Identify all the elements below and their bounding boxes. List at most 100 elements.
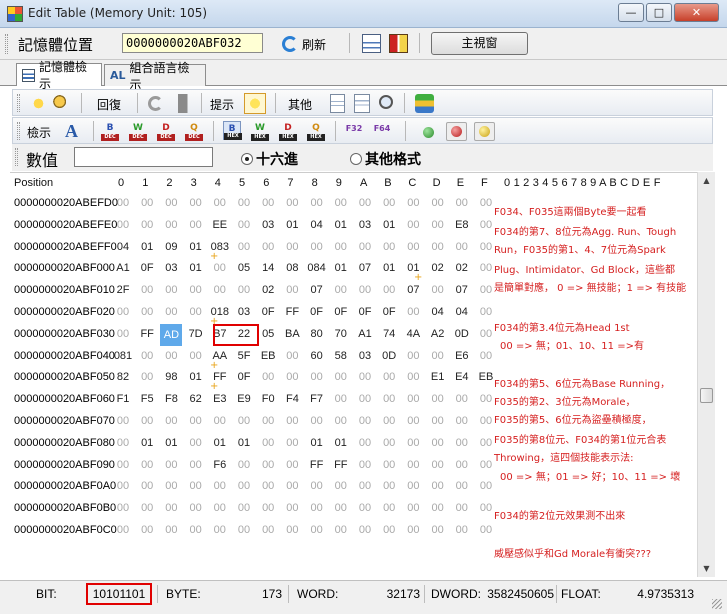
byte-cell[interactable]: 00 <box>281 197 303 209</box>
byte-cell[interactable]: 00 <box>209 197 231 209</box>
resize-grip-icon[interactable] <box>712 599 722 609</box>
byte-cell[interactable]: 00 <box>402 415 424 427</box>
dec-qword-button[interactable]: Q DEC <box>185 121 203 141</box>
byte-cell[interactable]: 00 <box>233 459 255 471</box>
byte-cell[interactable]: F6 <box>209 459 231 471</box>
byte-cell[interactable]: 00 <box>402 371 424 383</box>
byte-cell[interactable]: 00 <box>136 371 158 383</box>
byte-cell[interactable]: 00 <box>378 524 400 536</box>
byte-cell[interactable]: F5 <box>136 393 158 405</box>
byte-cell[interactable]: 00 <box>112 437 134 449</box>
byte-cell[interactable]: 02 <box>257 284 279 296</box>
byte-cell[interactable]: 00 <box>427 197 449 209</box>
byte-cell[interactable]: 0F <box>330 306 352 318</box>
byte-cell[interactable]: 00 <box>330 284 352 296</box>
byte-cell[interactable]: 62 <box>185 393 207 405</box>
refresh-button[interactable]: 刷新 <box>282 32 326 56</box>
byte-cell[interactable]: 00 <box>427 393 449 405</box>
byte-cell[interactable]: 00 <box>354 371 376 383</box>
dec-word-button[interactable]: W DEC <box>129 121 147 141</box>
byte-cell[interactable]: 00 <box>257 241 279 253</box>
byte-cell[interactable]: 05 <box>233 262 255 274</box>
byte-cell[interactable]: 00 <box>378 437 400 449</box>
byte-cell[interactable]: BA <box>281 328 303 340</box>
byte-cell[interactable]: 00 <box>427 502 449 514</box>
byte-cell[interactable]: 00 <box>233 415 255 427</box>
byte-cell[interactable]: 00 <box>257 524 279 536</box>
byte-cell[interactable]: 00 <box>209 480 231 492</box>
tab-assembly-view[interactable]: AL 組合語言檢示 <box>104 61 206 92</box>
stack-icon[interactable] <box>415 94 434 113</box>
book-icon[interactable] <box>389 34 408 53</box>
byte-cell[interactable]: 05 <box>257 328 279 340</box>
byte-cell[interactable]: 60 <box>306 350 328 362</box>
byte-cell[interactable]: 00 <box>281 415 303 427</box>
byte-cell[interactable]: 2F <box>112 284 134 296</box>
byte-cell[interactable]: 00 <box>451 480 473 492</box>
lightbulb-icon[interactable] <box>244 93 266 114</box>
byte-cell[interactable]: 00 <box>451 524 473 536</box>
toolbar-grip[interactable] <box>17 122 20 140</box>
byte-cell[interactable]: 00 <box>112 415 134 427</box>
byte-cell[interactable]: 58 <box>330 350 352 362</box>
byte-cell[interactable]: 00 <box>257 502 279 514</box>
byte-cell[interactable]: 00 <box>330 197 352 209</box>
hex-dword-button[interactable]: D HEX <box>279 121 297 141</box>
byte-cell[interactable]: 00 <box>209 262 231 274</box>
byte-cell[interactable]: 0D <box>451 328 473 340</box>
byte-cell[interactable]: 08 <box>281 262 303 274</box>
byte-cell[interactable]: 70 <box>330 328 352 340</box>
byte-cell[interactable]: 00 <box>354 197 376 209</box>
byte-cell[interactable]: E6 <box>451 350 473 362</box>
byte-cell[interactable]: 80 <box>306 328 328 340</box>
byte-cell[interactable]: 00 <box>185 306 207 318</box>
dec-byte-button[interactable]: B DEC <box>101 121 119 141</box>
byte-cell[interactable]: 00 <box>185 284 207 296</box>
byte-cell[interactable]: 00 <box>330 524 352 536</box>
font-icon[interactable]: A <box>65 122 84 141</box>
byte-cell[interactable]: 00 <box>378 197 400 209</box>
byte-cell[interactable]: 00 <box>233 502 255 514</box>
byte-cell[interactable]: 0F <box>257 306 279 318</box>
byte-cell[interactable]: 4A <box>402 328 424 340</box>
byte-cell[interactable]: 00 <box>354 393 376 405</box>
byte-cell[interactable]: FF <box>136 328 158 340</box>
byte-cell[interactable]: 00 <box>281 350 303 362</box>
byte-cell[interactable]: A1 <box>354 328 376 340</box>
byte-cell[interactable]: 00 <box>281 502 303 514</box>
byte-cell[interactable]: 00 <box>402 524 424 536</box>
byte-cell[interactable]: 01 <box>281 219 303 231</box>
byte-cell[interactable]: 00 <box>451 393 473 405</box>
byte-cell[interactable]: 01 <box>185 241 207 253</box>
byte-cell[interactable]: 0F <box>136 262 158 274</box>
byte-cell[interactable]: 00 <box>378 371 400 383</box>
byte-cell[interactable]: 00 <box>112 219 134 231</box>
byte-cell[interactable]: 00 <box>136 480 158 492</box>
byte-cell[interactable]: 00 <box>306 241 328 253</box>
scroll-thumb[interactable] <box>700 388 713 403</box>
byte-cell[interactable]: 01 <box>330 437 352 449</box>
byte-cell[interactable]: 00 <box>475 480 497 492</box>
byte-cell[interactable]: 00 <box>160 219 182 231</box>
hex-byte-button[interactable]: B HEX <box>223 121 242 140</box>
byte-cell[interactable]: 00 <box>160 502 182 514</box>
byte-cell[interactable]: 01 <box>330 219 352 231</box>
byte-cell[interactable]: 01 <box>378 219 400 231</box>
byte-cell[interactable]: 01 <box>233 437 255 449</box>
byte-cell[interactable]: 00 <box>281 524 303 536</box>
open-icon[interactable] <box>53 94 72 113</box>
toolbar-grip[interactable] <box>15 148 18 166</box>
byte-cell[interactable]: 00 <box>427 219 449 231</box>
byte-cell[interactable]: 00 <box>402 219 424 231</box>
byte-cell[interactable]: FF <box>281 306 303 318</box>
dec-dword-button[interactable]: D DEC <box>157 121 175 141</box>
byte-cell[interactable]: 03 <box>160 262 182 274</box>
byte-cell[interactable]: F0 <box>257 393 279 405</box>
byte-cell[interactable]: 00 <box>257 437 279 449</box>
byte-cell[interactable]: 00 <box>378 459 400 471</box>
address-input[interactable]: 0000000020ABF032 <box>122 33 263 53</box>
yellow-dot-button[interactable] <box>474 122 495 141</box>
byte-cell[interactable]: 98 <box>160 371 182 383</box>
byte-cell[interactable]: 00 <box>160 480 182 492</box>
byte-cell[interactable]: 03 <box>354 219 376 231</box>
